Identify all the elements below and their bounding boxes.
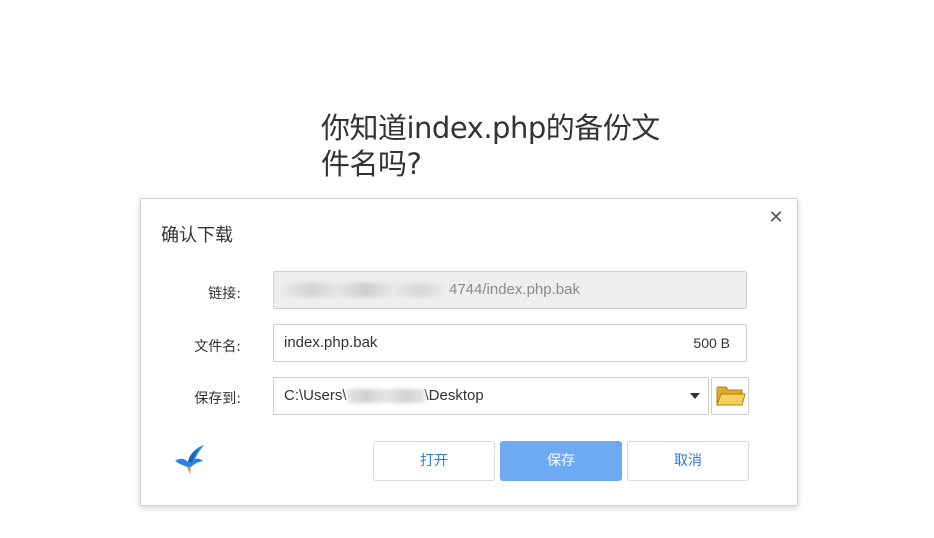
link-label: 链接: [208,286,241,302]
file-size: 500 B [693,335,730,351]
save-button[interactable]: 保存 [500,441,622,481]
save-path-prefix: C:\Users\ [284,387,347,404]
link-field[interactable]: 4744/index.php.bak [273,271,747,309]
open-button[interactable]: 打开 [373,441,495,481]
download-dialog: 确认下载 ✕ 链接: 4744/index.php.bak 文件名: index… [140,198,798,506]
redacted-username [346,389,425,404]
save-to-label: 保存到: [194,391,241,407]
bird-logo-icon [173,443,207,479]
save-path-suffix: \Desktop [424,387,484,404]
page-title: 你知道index.php的备份文件名吗? [321,111,660,181]
filename-label: 文件名: [194,339,241,355]
save-path-select[interactable]: C:\Users\ \Desktop [273,377,709,415]
filename-field[interactable]: index.php.bak 500 B [273,324,747,362]
redacted-host [284,283,448,298]
folder-icon [716,386,746,406]
link-value: 4744/index.php.bak [449,281,580,298]
chevron-down-icon[interactable] [690,393,700,399]
filename-value: index.php.bak [284,334,378,351]
page: 你知道index.php的备份文件名吗? 确认下载 ✕ 链接: 4744/ind… [0,0,934,538]
cancel-button[interactable]: 取消 [627,441,749,481]
close-icon[interactable]: ✕ [767,209,785,227]
dialog-title: 确认下载 [161,225,233,246]
browse-folder-button[interactable] [711,377,749,415]
